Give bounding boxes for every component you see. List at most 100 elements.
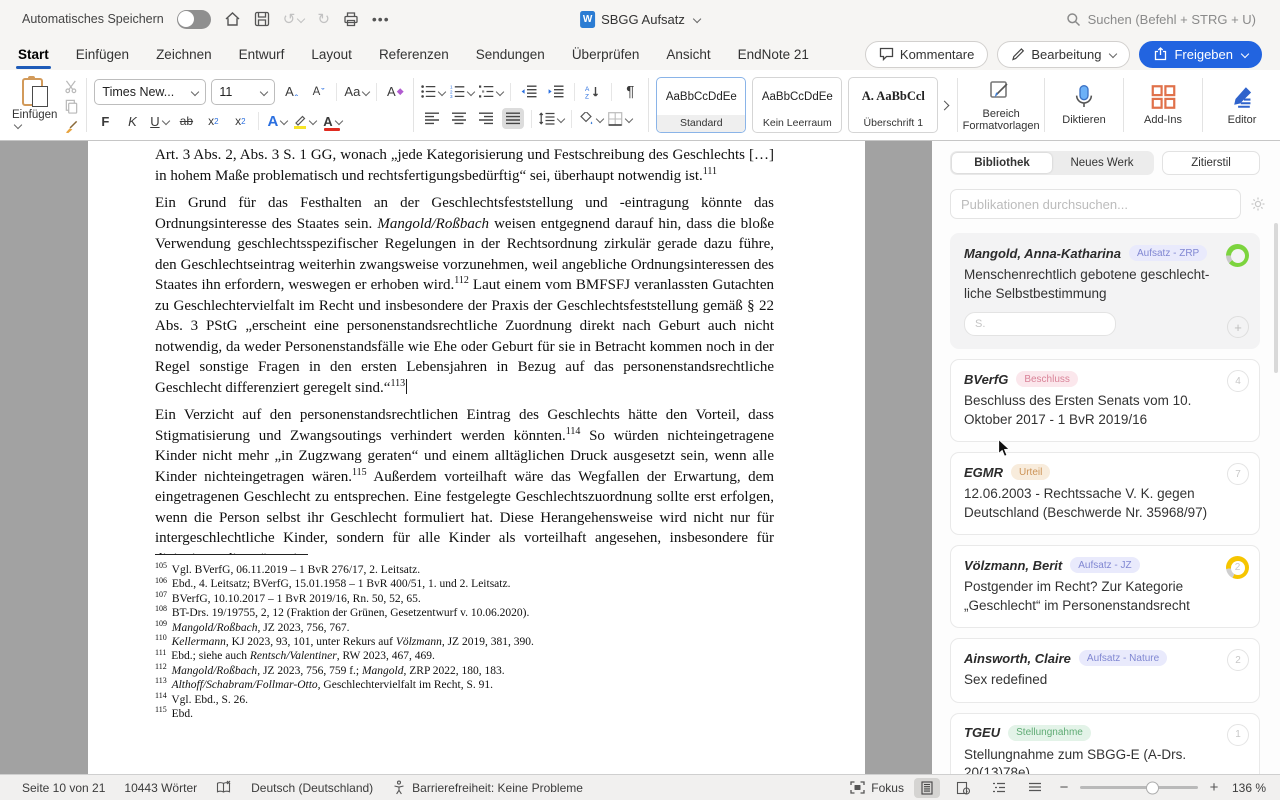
strikethrough-button[interactable]: ab [175, 111, 197, 132]
print-icon[interactable] [343, 11, 359, 27]
document-page[interactable]: Art. 3 Abs. 2, Abs. 3 S. 1 GG, wonach „j… [88, 141, 865, 775]
paragraph[interactable]: Art. 3 Abs. 2, Abs. 3 S. 1 GG, wonach „j… [155, 145, 774, 186]
clear-formatting-button[interactable]: A◆ [384, 81, 406, 102]
tab-sendungen[interactable]: Sendungen [476, 47, 545, 62]
align-right-button[interactable] [475, 108, 497, 129]
language-indicator[interactable]: Deutsch (Deutschland) [251, 781, 373, 795]
reference-card[interactable]: EGMRUrteil12.06.2003 - Rechtssache V. K.… [950, 452, 1260, 535]
settings-gear-icon[interactable] [1250, 196, 1266, 212]
format-painter-button[interactable] [64, 119, 79, 134]
highlight-color-button[interactable] [293, 111, 316, 132]
tab-entwurf[interactable]: Entwurf [239, 47, 285, 62]
panel-scrollbar[interactable] [1274, 223, 1278, 373]
accessibility-status[interactable]: Barrierefreiheit: Keine Probleme [392, 780, 583, 795]
cut-button[interactable] [64, 79, 79, 94]
page-indicator[interactable]: Seite 10 von 21 [22, 781, 105, 795]
zoom-slider-thumb[interactable] [1146, 781, 1159, 794]
print-layout-view-button[interactable] [914, 778, 940, 798]
tab-layout[interactable]: Layout [311, 47, 352, 62]
style-pane-button[interactable]: Bereich Formatvorlagen [965, 78, 1037, 132]
page-number-input[interactable] [964, 312, 1116, 336]
panel-tab-neues-werk[interactable]: Neues Werk [1052, 153, 1152, 173]
style-überschrift-1[interactable]: A. AaBbCclÜberschrift 1 [848, 77, 938, 133]
numbered-list-button[interactable]: 123 [450, 81, 474, 102]
zoom-slider[interactable] [1080, 786, 1198, 790]
paragraph[interactable]: Ein Grund für das Festhalten an der Gesc… [155, 193, 774, 398]
editing-mode-button[interactable]: Bearbeitung [997, 41, 1130, 68]
tab-endnote-21[interactable]: EndNote 21 [738, 47, 809, 62]
reference-card[interactable]: Mangold, Anna-KatharinaAufsatz - ZRPMens… [950, 233, 1260, 349]
tab-zeichnen[interactable]: Zeichnen [156, 47, 212, 62]
web-layout-view-button[interactable] [950, 778, 976, 798]
zoom-in-button[interactable]: + [1208, 779, 1220, 796]
zoom-level[interactable]: 136 % [1232, 781, 1266, 795]
proofing-icon[interactable] [216, 780, 232, 795]
superscript-button[interactable]: x2 [229, 111, 251, 132]
increase-indent-button[interactable] [545, 81, 567, 102]
line-spacing-button[interactable] [539, 108, 564, 129]
focus-icon [850, 781, 865, 794]
reference-card[interactable]: TGEUStellungnahmeStellungnahme zum SBGG-… [950, 713, 1260, 776]
change-case-button[interactable]: Aa [344, 81, 369, 102]
search-box[interactable]: Suchen (Befehl + STRG + U) [1066, 12, 1280, 27]
tab-ansicht[interactable]: Ansicht [666, 47, 710, 62]
bullet-list-button[interactable] [421, 81, 445, 102]
align-center-button[interactable] [448, 108, 470, 129]
grow-font-button[interactable]: Aˇ [280, 81, 302, 102]
italic-button[interactable]: K [121, 111, 143, 132]
pilcrow-button[interactable]: ¶ [619, 81, 641, 102]
font-name-select[interactable]: Times New... [94, 79, 206, 105]
sort-button[interactable]: AZ [582, 81, 604, 102]
tab-überprüfen[interactable]: Überprüfen [572, 47, 640, 62]
draft-view-button[interactable] [1022, 778, 1048, 798]
justify-button[interactable] [502, 108, 524, 129]
editor-button[interactable]: Editor [1210, 84, 1274, 126]
subscript-button[interactable]: x2 [202, 111, 224, 132]
addins-button[interactable]: Add-Ins [1131, 84, 1195, 126]
multilevel-list-button[interactable] [479, 81, 503, 102]
document-title-group[interactable]: W SBGG Aufsatz [580, 11, 700, 28]
shrink-font-button[interactable]: Aˇ [307, 81, 329, 102]
word-count[interactable]: 10443 Wörter [124, 781, 197, 795]
zoom-out-button[interactable]: − [1058, 779, 1070, 796]
dictate-button[interactable]: Diktieren [1052, 84, 1116, 126]
panel-tab-bibliothek[interactable]: Bibliothek [952, 153, 1052, 173]
style-kein-leerraum[interactable]: AaBbCcDdEeKein Leerraum [752, 77, 842, 133]
tab-referenzen[interactable]: Referenzen [379, 47, 449, 62]
comments-button[interactable]: Kommentare [865, 41, 988, 68]
borders-button[interactable] [608, 108, 632, 129]
styles-more-button[interactable] [938, 98, 950, 112]
shading-button[interactable] [579, 108, 603, 129]
reference-card[interactable]: BVerfGBeschlussBeschluss des Ersten Sena… [950, 359, 1260, 442]
undo-icon[interactable]: ↺ [283, 10, 305, 28]
reference-card[interactable]: Ainsworth, ClaireAufsatz - NatureSex red… [950, 638, 1260, 703]
panel-tab-zitierstil[interactable]: Zitierstil [1162, 151, 1260, 175]
bold-button[interactable]: F [94, 111, 116, 132]
insert-citation-button[interactable]: + [1227, 316, 1249, 338]
paragraph[interactable]: Ein Verzicht auf den personenstandsrecht… [155, 405, 774, 569]
home-icon[interactable] [224, 11, 241, 27]
decrease-indent-button[interactable] [518, 81, 540, 102]
save-icon[interactable] [254, 11, 270, 27]
tab-einfügen[interactable]: Einfügen [76, 47, 129, 62]
document-text[interactable]: Art. 3 Abs. 2, Abs. 3 S. 1 GG, wonach „j… [155, 145, 774, 576]
tab-start[interactable]: Start [18, 47, 49, 62]
outline-view-button[interactable] [986, 778, 1012, 798]
share-button[interactable]: Freigeben [1139, 41, 1262, 68]
copy-button[interactable] [64, 99, 79, 114]
style-standard[interactable]: AaBbCcDdEeStandard [656, 77, 746, 133]
font-size-select[interactable]: 11 [211, 79, 275, 105]
publications-search-input[interactable] [950, 189, 1241, 219]
search-placeholder: Suchen (Befehl + STRG + U) [1088, 12, 1256, 27]
font-color-button[interactable]: A [321, 111, 343, 132]
align-left-button[interactable] [421, 108, 443, 129]
paste-button[interactable]: Einfügen [12, 77, 57, 133]
underline-button[interactable]: U [148, 111, 170, 132]
paste-label: Einfügen [12, 109, 57, 121]
more-icon[interactable]: ••• [372, 11, 390, 27]
text-effects-button[interactable]: A [266, 111, 288, 132]
redo-icon[interactable]: ↻ [317, 10, 330, 28]
reference-card[interactable]: Völzmann, BeritAufsatz - JZPostgender im… [950, 545, 1260, 628]
focus-mode-button[interactable]: Fokus [850, 781, 904, 795]
autosave-toggle[interactable] [177, 10, 211, 29]
